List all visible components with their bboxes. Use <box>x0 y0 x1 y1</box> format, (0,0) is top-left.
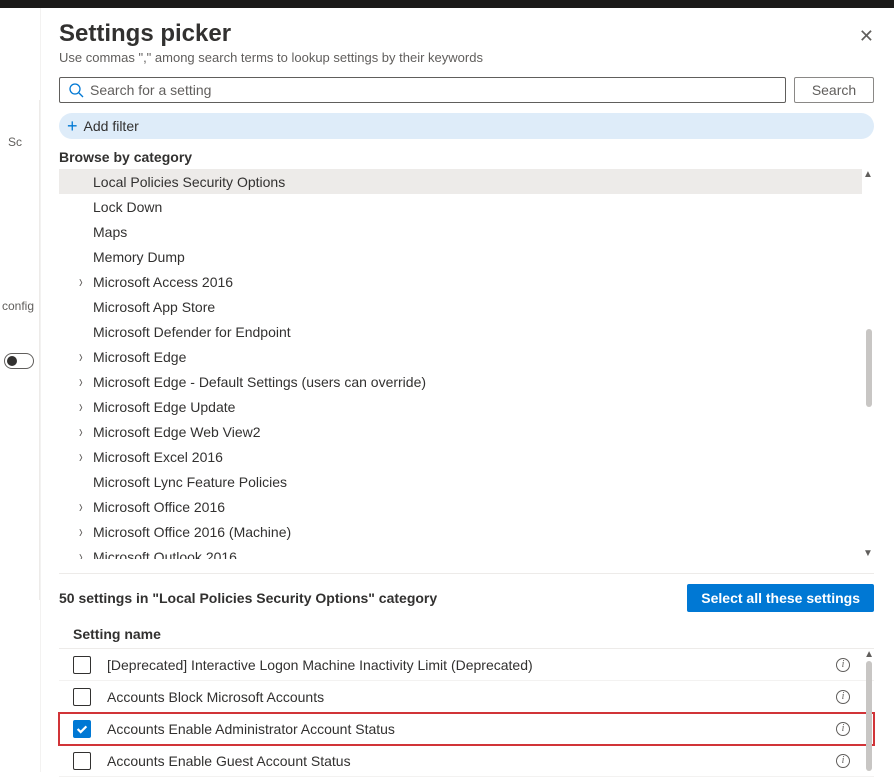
category-tree-item[interactable]: ›Microsoft Access 2016 <box>59 269 862 294</box>
results-count: 50 settings in "Local Policies Security … <box>59 590 437 606</box>
chevron-right-icon: › <box>79 372 93 391</box>
checkbox[interactable] <box>73 656 91 674</box>
column-header[interactable]: Setting name <box>59 620 874 649</box>
category-tree-item[interactable]: ›Microsoft Edge <box>59 344 862 369</box>
settings-picker-panel: Settings picker Use commas "," among sea… <box>40 8 894 772</box>
category-tree-item[interactable]: Local Policies Security Options <box>59 169 862 194</box>
category-tree-item[interactable]: ›Microsoft Edge Update <box>59 394 862 419</box>
category-label: Memory Dump <box>93 249 185 265</box>
setting-label: Accounts Enable Administrator Account St… <box>107 721 836 737</box>
category-label: Microsoft Edge Web View2 <box>93 424 261 440</box>
chevron-right-icon: › <box>79 497 93 516</box>
category-tree-item[interactable]: Microsoft App Store <box>59 294 862 319</box>
search-input[interactable] <box>90 82 777 98</box>
tree-scrollbar[interactable] <box>866 329 872 407</box>
divider <box>59 573 874 574</box>
search-button[interactable]: Search <box>794 77 874 103</box>
info-icon[interactable]: i <box>836 658 850 672</box>
chevron-right-icon: › <box>79 397 93 416</box>
category-label: Microsoft Office 2016 (Machine) <box>93 524 291 540</box>
sidebar-item-fragment: config <box>0 299 39 313</box>
setting-row[interactable]: Accounts Enable Administrator Account St… <box>59 713 874 745</box>
category-label: Microsoft Edge Update <box>93 399 235 415</box>
category-tree-item[interactable]: Lock Down <box>59 194 862 219</box>
chevron-right-icon: › <box>79 447 93 466</box>
category-label: Microsoft Defender for Endpoint <box>93 324 291 340</box>
category-label: Microsoft Access 2016 <box>93 274 233 290</box>
add-filter-button[interactable]: + Add filter <box>59 113 874 139</box>
category-label: Microsoft Edge - Default Settings (users… <box>93 374 426 390</box>
scroll-up-icon[interactable]: ▲ <box>864 649 874 660</box>
info-icon[interactable]: i <box>836 754 850 768</box>
setting-label: Accounts Enable Guest Account Status <box>107 753 836 769</box>
scroll-down-icon[interactable]: ▼ <box>862 548 874 559</box>
checkbox[interactable] <box>73 688 91 706</box>
info-icon[interactable]: i <box>836 722 850 736</box>
close-icon[interactable]: ✕ <box>859 20 874 47</box>
search-field-wrap[interactable] <box>59 77 786 103</box>
chevron-right-icon: › <box>79 347 93 366</box>
page-subtitle: Use commas "," among search terms to loo… <box>59 50 483 65</box>
toggle-switch[interactable] <box>4 353 34 369</box>
category-tree-item[interactable]: ›Microsoft Excel 2016 <box>59 444 862 469</box>
setting-label: Accounts Block Microsoft Accounts <box>107 689 836 705</box>
rows-scrollbar[interactable] <box>866 661 872 771</box>
setting-row[interactable]: [Deprecated] Interactive Logon Machine I… <box>59 649 874 681</box>
page-title: Settings picker <box>59 20 483 48</box>
category-tree-item[interactable]: Maps <box>59 219 862 244</box>
top-bar <box>0 0 894 8</box>
chevron-right-icon: › <box>79 522 93 541</box>
chevron-right-icon: › <box>79 422 93 441</box>
category-tree-item[interactable]: ›Microsoft Edge - Default Settings (user… <box>59 369 862 394</box>
category-tree-item[interactable]: ›Microsoft Office 2016 (Machine) <box>59 519 862 544</box>
category-label: Lock Down <box>93 199 162 215</box>
category-label: Microsoft Outlook 2016 <box>93 549 237 560</box>
chevron-right-icon: › <box>79 272 93 291</box>
category-tree-item[interactable]: ›Microsoft Edge Web View2 <box>59 419 862 444</box>
category-label: Microsoft Excel 2016 <box>93 449 223 465</box>
category-tree-item[interactable]: Memory Dump <box>59 244 862 269</box>
category-tree[interactable]: Local Policies Security Options Lock Down… <box>59 169 874 559</box>
category-label: Microsoft Office 2016 <box>93 499 225 515</box>
category-tree-item[interactable]: Microsoft Defender for Endpoint <box>59 319 862 344</box>
checkbox[interactable] <box>73 720 91 738</box>
chevron-right-icon: › <box>79 547 93 559</box>
sidebar-item-fragment: Sc <box>0 135 39 149</box>
category-tree-item[interactable]: Microsoft Lync Feature Policies <box>59 469 862 494</box>
category-tree-item[interactable]: ›Microsoft Office 2016 <box>59 494 862 519</box>
plus-icon: + <box>67 117 78 135</box>
setting-label: [Deprecated] Interactive Logon Machine I… <box>107 657 836 673</box>
settings-list: [Deprecated] Interactive Logon Machine I… <box>59 649 874 777</box>
setting-row[interactable]: Accounts Enable Guest Account Statusi <box>59 745 874 777</box>
browse-label: Browse by category <box>59 149 874 165</box>
category-label: Local Policies Security Options <box>93 174 285 190</box>
scroll-up-icon[interactable]: ▲ <box>862 169 874 180</box>
category-label: Microsoft App Store <box>93 299 215 315</box>
setting-row[interactable]: Accounts Block Microsoft Accountsi <box>59 681 874 713</box>
left-sidebar-peek: Sc config <box>0 100 40 600</box>
add-filter-label: Add filter <box>84 118 139 134</box>
checkbox[interactable] <box>73 752 91 770</box>
category-label: Microsoft Edge <box>93 349 186 365</box>
category-label: Microsoft Lync Feature Policies <box>93 474 287 490</box>
search-icon <box>68 82 84 98</box>
info-icon[interactable]: i <box>836 690 850 704</box>
category-tree-item[interactable]: ›Microsoft Outlook 2016 <box>59 544 862 559</box>
category-label: Maps <box>93 224 127 240</box>
select-all-button[interactable]: Select all these settings <box>687 584 874 612</box>
